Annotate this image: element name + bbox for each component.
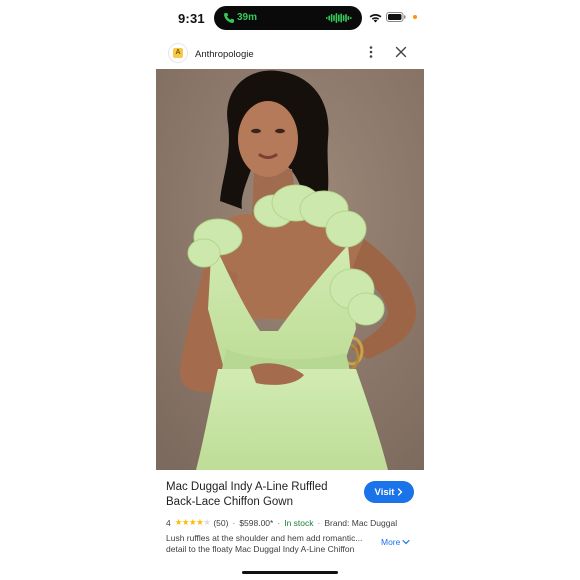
chevron-right-icon — [398, 488, 403, 496]
more-button[interactable]: More — [381, 537, 410, 547]
phone-icon — [224, 13, 234, 23]
site-name[interactable]: Anthropologie — [195, 49, 254, 60]
product-title[interactable]: Mac Duggal Indy A-Line Ruffled Back-Lace… — [166, 480, 356, 510]
product-info-panel: Mac Duggal Indy A-Line Ruffled Back-Lace… — [156, 470, 424, 580]
chevron-down-icon — [402, 539, 410, 545]
status-bar: 9:31 39m — [156, 0, 424, 36]
battery-icon — [386, 12, 406, 22]
site-favicon-letter: A — [173, 48, 183, 58]
product-photo[interactable] — [156, 69, 424, 470]
review-count: (50) — [213, 517, 229, 528]
close-icon[interactable] — [395, 46, 407, 58]
stock-status: In stock — [284, 517, 314, 528]
dynamic-island[interactable]: 39m — [214, 6, 362, 30]
phone-screen: 9:31 39m A Anthropologie Mac Duggal Indy… — [156, 0, 424, 580]
status-time: 9:31 — [178, 11, 205, 26]
price: $598.00* — [239, 517, 274, 528]
more-label: More — [381, 537, 401, 547]
product-photo-illustration — [156, 69, 424, 470]
site-favicon: A — [168, 43, 188, 63]
star-rating-icon: ★★★★★ — [174, 517, 211, 527]
privacy-indicator-dot — [413, 15, 417, 19]
more-vert-icon[interactable] — [366, 45, 376, 59]
visit-button-label: Visit — [374, 486, 395, 498]
separator: · — [277, 517, 281, 528]
wifi-icon — [369, 14, 382, 23]
rating-value: 4 — [166, 517, 171, 528]
call-duration: 39m — [237, 12, 258, 23]
separator: · — [232, 517, 236, 528]
product-meta-row: 4 ★★★★★ (50) · $598.00* · In stock · Bra… — [166, 517, 397, 528]
home-indicator[interactable] — [242, 571, 338, 574]
product-description: Lush ruffles at the shoulder and hem add… — [166, 533, 363, 554]
waveform-icon — [326, 13, 352, 23]
brand: Brand: Mac Duggal — [324, 517, 398, 528]
separator: · — [317, 517, 321, 528]
result-header: A Anthropologie — [156, 38, 424, 68]
visit-button[interactable]: Visit — [364, 481, 414, 503]
